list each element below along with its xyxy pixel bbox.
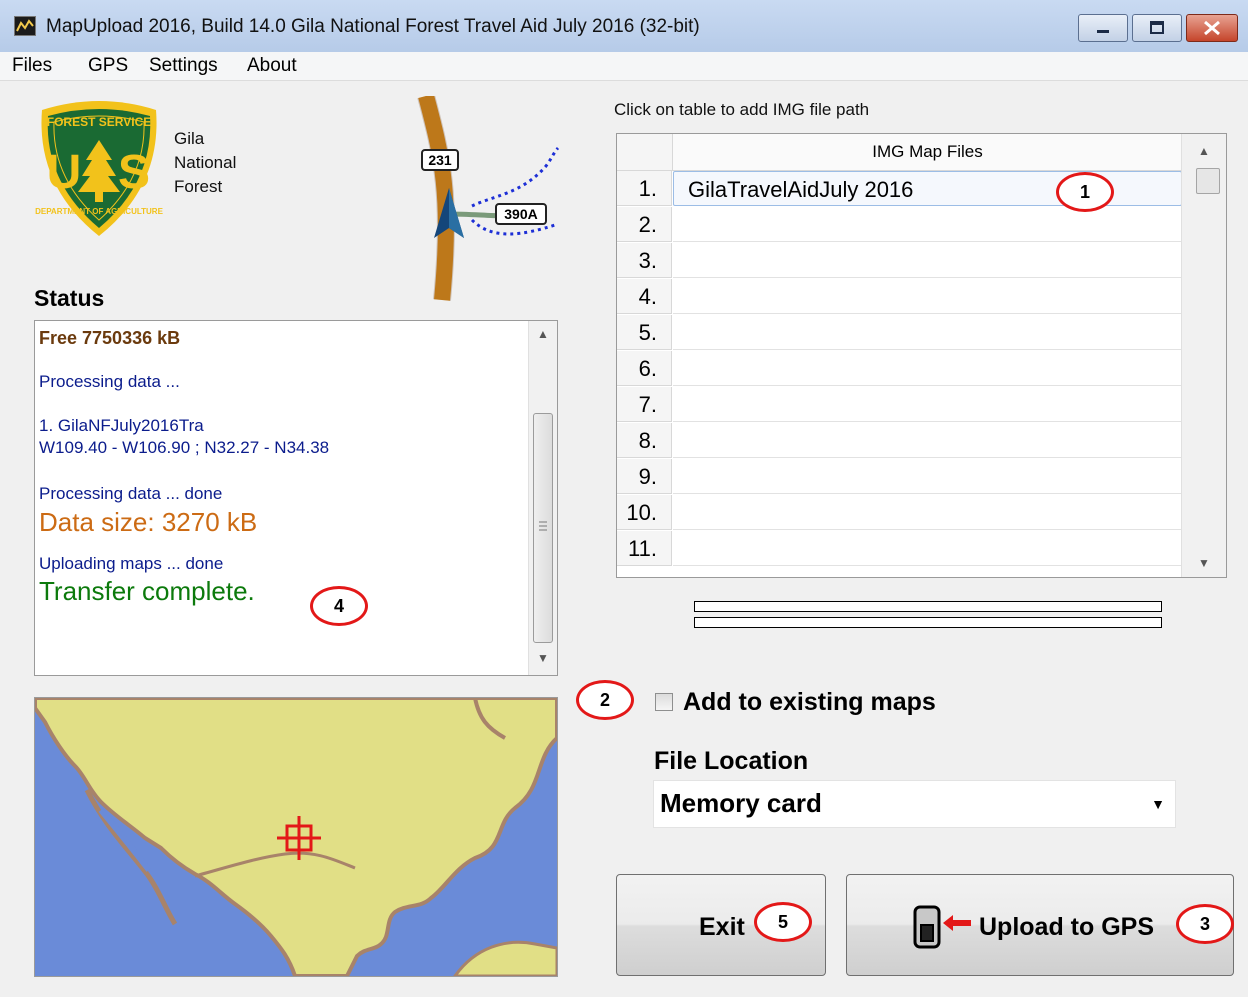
logo-letter-s: S — [118, 146, 150, 199]
row-number: 11. — [617, 531, 672, 566]
scroll-down-icon[interactable]: ▼ — [537, 651, 549, 665]
table-row[interactable]: 7. — [617, 387, 1183, 423]
status-line: Processing data ... — [39, 372, 180, 391]
row-number: 3. — [617, 243, 672, 278]
row-number: 2. — [617, 207, 672, 242]
annotation-marker-3: 3 — [1176, 904, 1234, 944]
north-america-map — [35, 698, 557, 976]
row-number: 5. — [617, 315, 672, 350]
route-number: 390A — [504, 206, 537, 222]
close-button[interactable] — [1186, 14, 1238, 42]
status-line: 1. GilaNFJuly2016Tra — [39, 416, 204, 435]
table-scroll-thumb[interactable] — [1196, 168, 1220, 194]
progress-bar-total — [694, 601, 1162, 612]
forest-service-shield-logo: FOREST SERVICE U S DEPARTMENT OF AGRICUL… — [35, 101, 164, 236]
table-row[interactable]: 5. — [617, 315, 1183, 351]
status-data-size: Data size: 3270 kB — [39, 507, 258, 537]
forest-name-line: National — [174, 153, 237, 172]
file-cell[interactable] — [673, 531, 1182, 566]
column-header-img-map-files[interactable]: IMG Map Files — [673, 134, 1182, 171]
file-cell[interactable] — [673, 207, 1182, 242]
menu-settings[interactable]: Settings — [149, 55, 218, 77]
status-free-space: Free 7750336 kB — [39, 328, 181, 348]
status-log[interactable]: Free 7750336 kB Processing data ... 1. G… — [34, 320, 558, 676]
minimize-button[interactable] — [1078, 14, 1128, 42]
row-number: 10. — [617, 495, 672, 530]
file-cell[interactable] — [673, 243, 1182, 278]
status-label: Status — [34, 285, 105, 311]
grid-corner — [617, 134, 673, 171]
upload-button-label: Upload to GPS — [979, 913, 1154, 941]
table-row[interactable]: 3. — [617, 243, 1183, 279]
forest-name-line: Forest — [174, 177, 223, 196]
menu-gps[interactable]: GPS — [88, 55, 128, 77]
file-cell[interactable] — [673, 279, 1182, 314]
table-row[interactable]: 8. — [617, 423, 1183, 459]
table-hint: Click on table to add IMG file path — [614, 100, 870, 119]
file-cell[interactable] — [673, 459, 1182, 494]
file-cell[interactable] — [673, 315, 1182, 350]
file-location-select[interactable]: Memory card ▼ — [653, 780, 1176, 828]
maximize-button[interactable] — [1132, 14, 1182, 42]
scroll-up-icon[interactable]: ▲ — [1198, 144, 1210, 158]
row-number: 1. — [617, 171, 672, 206]
status-line: W109.40 - W106.90 ; N32.27 - N34.38 — [39, 438, 330, 457]
road-map-illustration: 231 390A — [417, 96, 560, 301]
route-number: 231 — [428, 152, 452, 168]
file-location-label: File Location — [654, 747, 809, 775]
grip-icon — [539, 521, 547, 531]
exit-button-label: Exit — [699, 913, 745, 941]
logo-top-text: FOREST SERVICE — [47, 115, 151, 129]
dropdown-arrow-icon[interactable]: ▼ — [1151, 781, 1165, 827]
table-row[interactable]: 6. — [617, 351, 1183, 387]
status-scroll-thumb[interactable] — [533, 413, 553, 643]
status-scrollbar[interactable]: ▲ ▼ — [528, 321, 557, 675]
table-row[interactable]: 10. — [617, 495, 1183, 531]
menu-bar: Files GPS Settings About — [0, 52, 1248, 81]
logo-letter-u: U — [47, 146, 82, 199]
maximize-icon — [1150, 21, 1164, 34]
row-number: 9. — [617, 459, 672, 494]
annotation-marker-5: 5 — [754, 902, 812, 942]
forest-name: Gila National Forest — [174, 127, 236, 199]
row-number: 7. — [617, 387, 672, 422]
status-line: Uploading maps ... done — [39, 554, 224, 573]
row-number: 8. — [617, 423, 672, 458]
logo-bottom-text: DEPARTMENT OF AGRICULTURE — [35, 207, 164, 216]
file-cell[interactable] — [673, 423, 1182, 458]
annotation-marker-1: 1 — [1056, 172, 1114, 212]
annotation-marker-4: 4 — [310, 586, 368, 626]
progress-bar-current — [694, 617, 1162, 628]
row-number: 4. — [617, 279, 672, 314]
file-cell[interactable] — [673, 495, 1182, 530]
close-icon — [1204, 20, 1220, 36]
window-title: MapUpload 2016, Build 14.0 Gila National… — [46, 16, 700, 37]
table-row[interactable]: 2. — [617, 207, 1183, 243]
overview-map[interactable] — [34, 697, 558, 977]
gps-upload-icon — [913, 905, 971, 949]
row-number: 6. — [617, 351, 672, 386]
table-scrollbar[interactable]: ▲ ▼ — [1181, 134, 1226, 577]
annotation-marker-2: 2 — [576, 680, 634, 720]
table-row[interactable]: 9. — [617, 459, 1183, 495]
file-cell[interactable] — [673, 351, 1182, 386]
scroll-up-icon[interactable]: ▲ — [537, 327, 549, 341]
title-bar[interactable]: MapUpload 2016, Build 14.0 Gila National… — [0, 0, 1248, 53]
app-icon — [14, 16, 36, 36]
menu-files[interactable]: Files — [12, 55, 52, 77]
forest-name-line: Gila — [174, 129, 205, 148]
minimize-icon — [1097, 30, 1109, 33]
menu-about[interactable]: About — [247, 55, 297, 77]
file-cell[interactable] — [673, 387, 1182, 422]
status-transfer-complete: Transfer complete. — [39, 576, 255, 606]
scroll-down-icon[interactable]: ▼ — [1198, 556, 1210, 570]
status-line: Processing data ... done — [39, 484, 223, 503]
add-to-existing-maps-label[interactable]: Add to existing maps — [683, 688, 936, 717]
table-row[interactable]: 11. — [617, 531, 1183, 567]
file-location-value: Memory card — [660, 788, 822, 818]
img-map-files-table[interactable]: IMG Map Files 1. GilaTravelAidJuly 2016 2… — [616, 133, 1227, 578]
table-row[interactable]: 4. — [617, 279, 1183, 315]
add-to-existing-maps-checkbox[interactable] — [655, 693, 673, 711]
